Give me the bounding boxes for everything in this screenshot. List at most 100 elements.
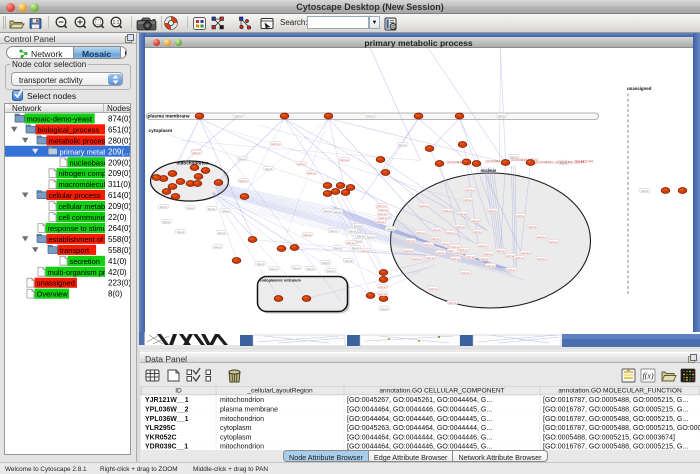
svg-text:[GO:0016787, GO:0005488, GO:00: [GO:0016787, GO:0005488, GO:0005215, GO:…: [543, 425, 700, 432]
svg-text:_cellularLayoutRegion: _cellularLayoutRegion: [246, 388, 313, 395]
svg-text:ID: ID: [175, 388, 182, 395]
svg-text:Sxx-b: Sxx-b: [207, 207, 215, 211]
svg-text:GO:xx: GO:xx: [480, 257, 489, 261]
svg-text:GO:xx: GO:xx: [378, 292, 387, 296]
svg-text:nucleus: nucleus: [480, 168, 496, 173]
svg-text:Sxx-b: Sxx-b: [329, 229, 337, 233]
svg-text:unassigned: unassigned: [37, 279, 75, 288]
svg-text:GO:xx: GO:xx: [458, 212, 467, 216]
svg-text:[GO:0016787, GO:0005488, GO:00: [GO:0016787, GO:0005488, GO:0005215, G..…: [543, 407, 688, 414]
svg-text:Sxx-b: Sxx-b: [344, 259, 352, 263]
svg-text:GO:004446: GO:004446: [446, 160, 463, 164]
svg-text:mitochondrion: mitochondrion: [220, 397, 264, 404]
svg-text:Sxx-b: Sxx-b: [640, 189, 648, 193]
svg-text:biological_process: biological_process: [38, 125, 100, 134]
svg-text:GO:xx: GO:xx: [451, 257, 460, 261]
svg-text:GO:xx: GO:xx: [412, 257, 421, 261]
svg-text:22(0): 22(0): [108, 213, 127, 222]
svg-text:GO:xx: GO:xx: [537, 257, 546, 261]
svg-text:[GO:0005488, GO:0005215, GO:00: [GO:0005488, GO:0005215, GO:0003674]: [543, 434, 675, 441]
svg-text:Sxx-b: Sxx-b: [497, 114, 505, 118]
svg-text:[GO:0016787, GO:0005488, GO:00: [GO:0016787, GO:0005488, GO:0005215, G..…: [543, 397, 688, 404]
svg-text:Sxx-b: Sxx-b: [292, 266, 300, 270]
svg-text:YDR039C__1: YDR039C__1: [145, 444, 188, 450]
svg-text:GO:xx: GO:xx: [451, 245, 460, 249]
svg-text:GO:xx: GO:xx: [471, 219, 480, 223]
svg-text:cytoplasm: cytoplasm: [220, 425, 252, 432]
svg-text:GO:xx: GO:xx: [436, 251, 445, 255]
svg-text:establishment of lo: establishment of lo: [49, 235, 112, 244]
svg-text:Sxx-b: Sxx-b: [234, 114, 242, 118]
svg-text:GO:xx: GO:xx: [404, 249, 413, 253]
svg-text:Sxx-b: Sxx-b: [321, 261, 329, 265]
svg-text:Sxx-b: Sxx-b: [162, 220, 170, 224]
svg-text:280(0): 280(0): [108, 136, 130, 145]
svg-text:GO:xx: GO:xx: [461, 271, 470, 275]
svg-text:GO:xx: GO:xx: [521, 251, 530, 255]
svg-text:unassigned: unassigned: [627, 86, 652, 91]
svg-text:Sxx-b: Sxx-b: [386, 227, 394, 231]
svg-text:YPL036W__1: YPL036W__1: [145, 416, 189, 423]
svg-text:Sxx-b: Sxx-b: [269, 267, 277, 271]
svg-text:[GO:0044464, GO:0044446, GO:00: [GO:0044464, GO:0044446, GO:0044445, G..…: [347, 407, 492, 414]
svg-text:cytoplasm: cytoplasm: [220, 434, 252, 441]
svg-text:YKR052C: YKR052C: [145, 434, 177, 441]
svg-text:plasma membrane: plasma membrane: [220, 407, 278, 414]
svg-text:Sxx-b: Sxx-b: [221, 209, 229, 213]
svg-text:[GO:0016787, GO:0005488, GO:00: [GO:0016787, GO:0005488, GO:0005215, G..…: [543, 416, 688, 423]
svg-text:mitochondrion: mitochondrion: [220, 444, 264, 450]
svg-text:[GO:0016787, GO:0005488, GO:00: [GO:0016787, GO:0005488, GO:0005215, G..…: [543, 444, 688, 450]
svg-text:secretion: secretion: [70, 257, 100, 266]
svg-text:GO:xx: GO:xx: [441, 242, 450, 246]
svg-text:GO:xx: GO:xx: [432, 228, 441, 232]
svg-text:GO:xx: GO:xx: [446, 231, 455, 235]
svg-text:Sxx-b: Sxx-b: [186, 206, 194, 210]
svg-text:nitrogen compo: nitrogen compo: [59, 169, 111, 178]
svg-text:GO:xx: GO:xx: [486, 264, 495, 268]
svg-text:GO:xx: GO:xx: [431, 237, 440, 241]
svg-text:GO:xx: GO:xx: [426, 256, 435, 260]
svg-text:651(0): 651(0): [108, 125, 130, 134]
svg-text:YJR121W__1: YJR121W__1: [145, 397, 189, 404]
svg-text:GO:xx: GO:xx: [361, 249, 370, 253]
svg-text:GO:xx: GO:xx: [192, 151, 201, 155]
svg-text:annotation.GO MOLECULAR_FUNCTI: annotation.GO MOLECULAR_FUNCTION: [558, 388, 682, 395]
svg-text:metabolic process: metabolic process: [49, 136, 110, 145]
svg-text:GO:xx: GO:xx: [429, 287, 438, 291]
svg-text:Sxx-b: Sxx-b: [356, 234, 364, 238]
svg-text:GO:xx: GO:xx: [463, 198, 472, 202]
svg-text:Sxx-b: Sxx-b: [264, 167, 272, 171]
svg-text:GO:00444: GO:00444: [485, 159, 500, 163]
svg-text:Sxx-b: Sxx-b: [256, 262, 264, 266]
svg-text:GO:xx: GO:xx: [456, 225, 465, 229]
svg-text:annotation.GO CELLULAR_COMPONE: annotation.GO CELLULAR_COMPONENT: [379, 388, 504, 395]
svg-text:209(...: 209(...: [108, 147, 130, 156]
svg-text:GO:xx: GO:xx: [473, 230, 482, 234]
svg-text:Sxx-b: Sxx-b: [353, 224, 361, 228]
svg-text:GO:xx: GO:xx: [271, 142, 280, 146]
svg-text:Sxx-b: Sxx-b: [213, 245, 221, 249]
svg-text:874(0): 874(0): [108, 115, 130, 124]
svg-text:[GO:0045263, GO:0044464, GO:00: [GO:0045263, GO:0044464, GO:0044444, G..…: [347, 425, 492, 432]
svg-text:GO:xx: GO:xx: [307, 171, 316, 175]
svg-text:GO:xx: GO:xx: [340, 158, 349, 162]
svg-text:Sxx-b: Sxx-b: [351, 246, 359, 250]
svg-text:GO:xx: GO:xx: [537, 235, 546, 239]
svg-text:Sxx-b: Sxx-b: [306, 267, 314, 271]
svg-text:311(0): 311(0): [108, 180, 130, 189]
svg-text:GO:44: GO:44: [583, 159, 593, 163]
svg-text:Sxx-b: Sxx-b: [326, 269, 334, 273]
svg-text:1:1: 1:1: [113, 20, 120, 26]
svg-text:Sxx-b: Sxx-b: [366, 114, 374, 118]
svg-text:[GO:0045267, GO:0045261, GO:00: [GO:0045267, GO:0045261, GO:0044464, G..…: [347, 397, 492, 404]
svg-text:cytoplasm: cytoplasm: [148, 128, 172, 134]
svg-text:223(0): 223(0): [108, 279, 130, 288]
svg-text:GO:xx: GO:xx: [303, 233, 312, 237]
svg-text:GO:xx: GO:xx: [488, 209, 497, 213]
svg-text:GO:xx: GO:xx: [406, 239, 415, 243]
svg-text:264(0): 264(0): [108, 224, 130, 233]
svg-text:transport: transport: [60, 246, 91, 255]
svg-text:cell communicat: cell communicat: [59, 213, 114, 222]
svg-text:GO:xx: GO:xx: [528, 225, 537, 229]
svg-text:GO:xx: GO:xx: [420, 204, 429, 208]
